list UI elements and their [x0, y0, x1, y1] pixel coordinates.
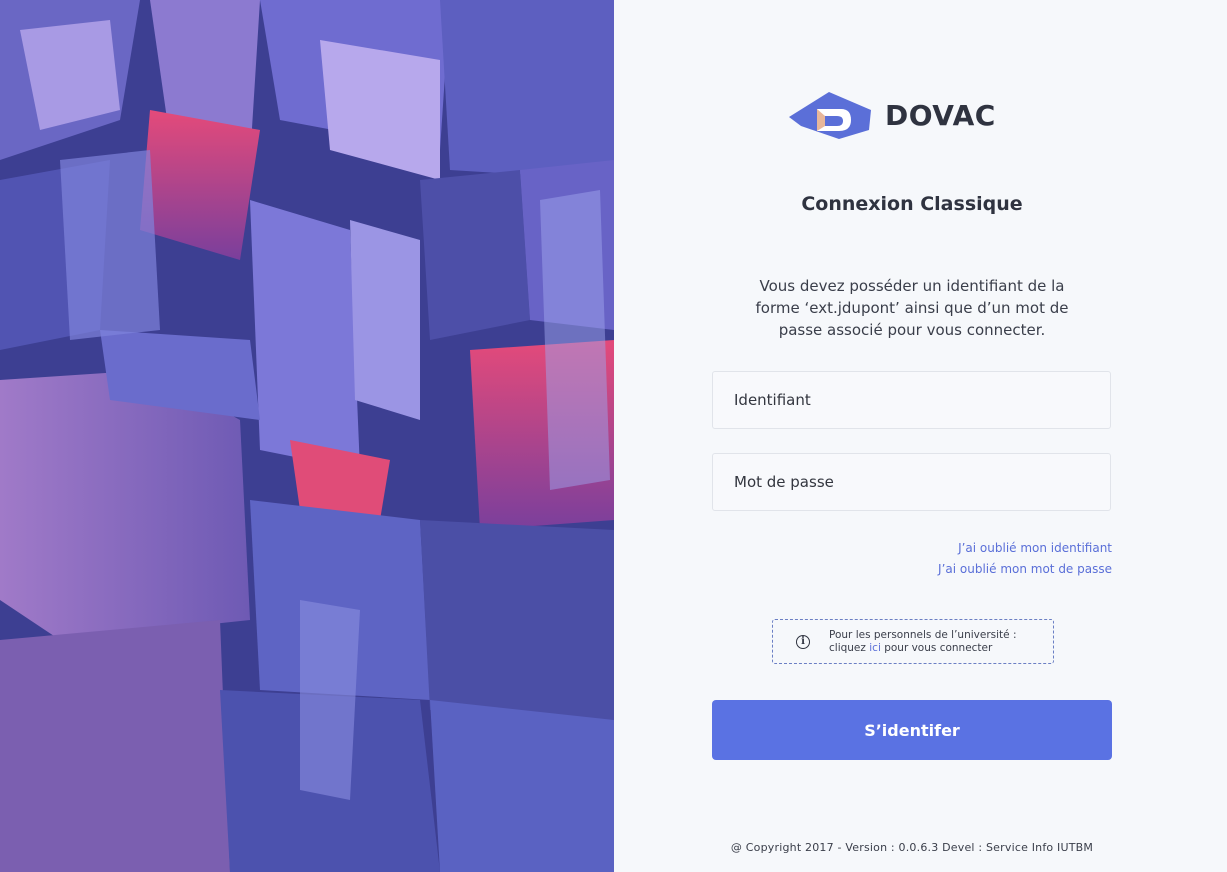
notice-suffix: pour vous connecter: [880, 641, 993, 654]
footer-copyright: @ Copyright 2017 - Version : 0.0.6.3 Dev…: [730, 841, 1094, 854]
login-description: Vous devez posséder un identifiant de la…: [755, 277, 1069, 339]
password-input[interactable]: [712, 453, 1111, 511]
notice-line-2: cliquez ici pour vous connecter: [829, 642, 1016, 655]
login-panel: DOVAC Connexion Classique Vous devez pos…: [614, 0, 1227, 872]
hero-illustration: [0, 0, 614, 872]
brand-logo: DOVAC: [789, 90, 996, 140]
university-login-link[interactable]: ici: [869, 642, 881, 654]
isometric-city-image: [0, 0, 614, 872]
forgot-password-link[interactable]: J’ai oublié mon mot de passe: [938, 562, 1112, 576]
brand-name: DOVAC: [885, 98, 996, 132]
info-circle-icon: i: [796, 634, 810, 649]
university-login-notice: i Pour les personnels de l’université : …: [772, 619, 1054, 664]
notice-prefix: cliquez: [829, 641, 870, 654]
submit-button[interactable]: S’identifer: [712, 700, 1112, 760]
notice-text: Pour les personnels de l’université : cl…: [829, 629, 1016, 655]
notice-line-1: Pour les personnels de l’université :: [829, 628, 1017, 641]
dovac-logo-icon: [789, 92, 871, 139]
page-title: Connexion Classique: [801, 193, 1023, 215]
forgot-username-link[interactable]: J’ai oublié mon identifiant: [958, 541, 1112, 555]
username-input[interactable]: [712, 371, 1111, 429]
